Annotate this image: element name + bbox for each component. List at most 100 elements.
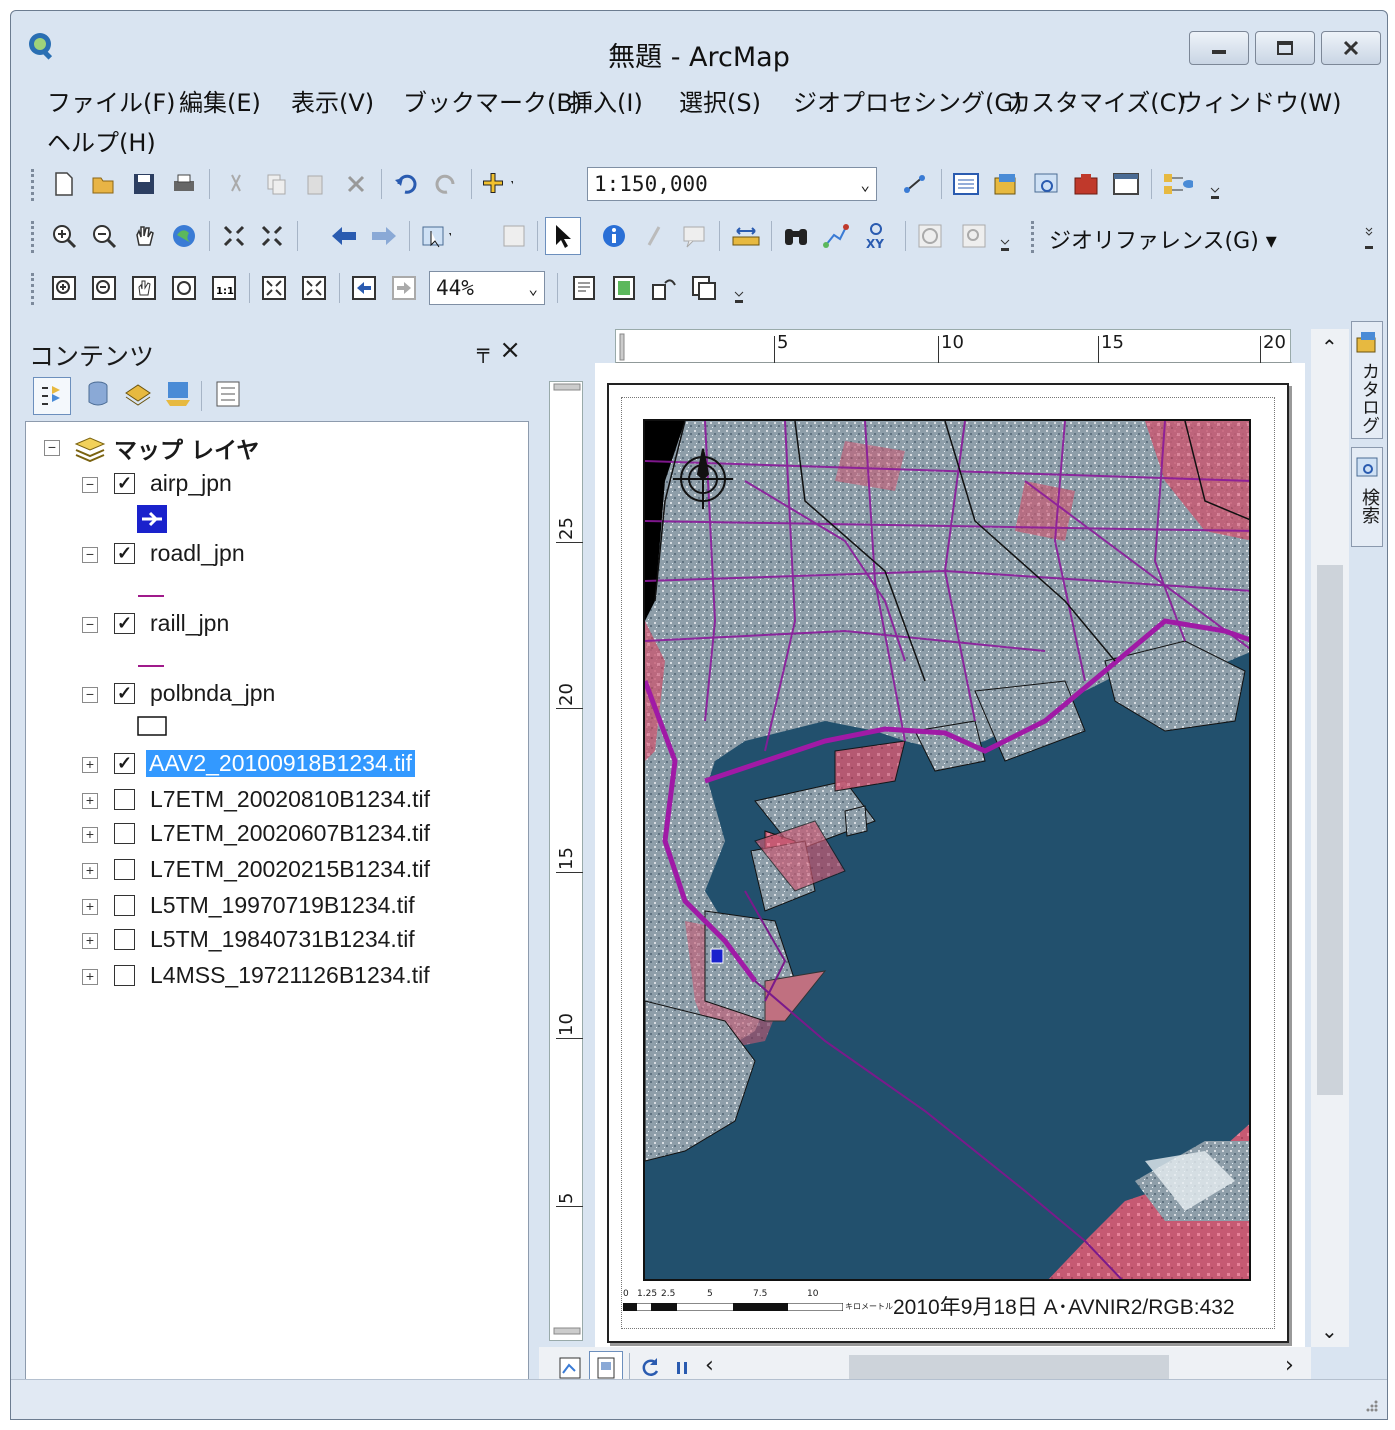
layer-name[interactable]: L5TM_19840731B1234.tif xyxy=(150,926,415,953)
expand-icon[interactable]: + xyxy=(82,969,98,985)
focus-data-frame-icon[interactable] xyxy=(609,273,639,303)
layout-canvas[interactable]: 0 1.25 2.5 5 7.5 10 キロメートル 2010年9月18日 A･AVNIR… xyxy=(595,363,1305,1347)
layer-name[interactable]: L7ETM_20020215B1234.tif xyxy=(150,856,430,883)
minimize-button[interactable] xyxy=(1189,31,1249,65)
toc-options-icon[interactable] xyxy=(213,379,243,409)
toolbar-overflow-icon[interactable] xyxy=(1361,225,1377,255)
select-elements-button[interactable] xyxy=(545,217,581,255)
hyperlink-icon[interactable] xyxy=(639,221,669,251)
back-extent-icon[interactable] xyxy=(329,221,359,251)
list-by-visibility-icon[interactable] xyxy=(123,379,153,409)
zoom-100-percent-icon[interactable]: 1:1 xyxy=(209,273,239,303)
collapse-icon[interactable]: − xyxy=(82,617,98,633)
editor-toolbar-icon[interactable] xyxy=(901,169,931,199)
layer-visibility-checkbox[interactable] xyxy=(114,859,135,880)
expand-icon[interactable]: + xyxy=(82,827,98,843)
menu-view[interactable]: 表示(V) xyxy=(291,83,374,118)
toolbar-grip[interactable] xyxy=(31,273,37,305)
toolbar-grip[interactable] xyxy=(31,221,37,253)
list-by-source-icon[interactable] xyxy=(83,379,113,409)
collapse-icon[interactable]: − xyxy=(82,477,98,493)
model-builder-icon[interactable] xyxy=(1163,169,1193,199)
zoom-whole-page-icon[interactable] xyxy=(169,273,199,303)
layer-visibility-checkbox[interactable] xyxy=(114,895,135,916)
layer-row[interactable]: + L4MSS_19721126B1234.tif xyxy=(26,960,526,992)
catalog-dock-tab[interactable]: カタログ xyxy=(1351,321,1383,439)
change-layout-icon[interactable] xyxy=(649,273,679,303)
toc-close-icon[interactable]: × xyxy=(499,335,521,365)
scroll-up-icon[interactable]: ⌃ xyxy=(1321,335,1338,359)
create-viewer-window-icon[interactable] xyxy=(959,221,989,251)
data-driven-pages-icon[interactable] xyxy=(689,273,719,303)
vertical-scroll-thumb[interactable] xyxy=(1317,565,1343,1095)
collapse-icon[interactable]: − xyxy=(44,440,60,456)
layout-zoom-combo[interactable]: 44% ⌄ xyxy=(429,271,545,305)
layer-visibility-checkbox[interactable]: ✓ xyxy=(114,473,135,494)
menu-help[interactable]: ヘルプ(H) xyxy=(47,123,156,158)
layout-pan-icon[interactable] xyxy=(129,273,159,303)
expand-icon[interactable]: + xyxy=(82,899,98,915)
horizontal-scroll-thumb[interactable] xyxy=(849,1355,1169,1379)
print-icon[interactable] xyxy=(169,169,199,199)
resize-grip-icon[interactable] xyxy=(1363,1397,1379,1413)
identify-icon[interactable] xyxy=(599,221,629,251)
layer-visibility-checkbox[interactable] xyxy=(114,965,135,986)
pan-icon[interactable] xyxy=(129,221,159,251)
copy-icon[interactable] xyxy=(261,169,291,199)
table-of-contents-icon[interactable] xyxy=(951,169,981,199)
maximize-button[interactable] xyxy=(1255,31,1315,65)
toolbar-overflow-icon[interactable] xyxy=(997,229,1013,259)
map-layers-root[interactable]: − マップ レイヤ xyxy=(26,432,526,464)
add-data-icon[interactable] xyxy=(483,169,513,199)
menu-file[interactable]: ファイル(F) xyxy=(47,83,176,118)
zoom-in-icon[interactable] xyxy=(49,221,79,251)
toggle-draft-mode-icon[interactable] xyxy=(569,273,599,303)
redo-icon[interactable] xyxy=(431,169,461,199)
menu-customize[interactable]: カスタマイズ(C) xyxy=(1007,83,1186,118)
scroll-left-icon[interactable]: ‹ xyxy=(705,1353,714,1378)
fixed-zoom-out-icon[interactable] xyxy=(257,221,287,251)
time-slider-icon[interactable] xyxy=(915,221,945,251)
layer-row[interactable]: − ✓ airp_jpn xyxy=(26,468,526,500)
forward-extent-icon[interactable] xyxy=(369,221,399,251)
layout-zoom-in-icon[interactable] xyxy=(49,273,79,303)
delete-icon[interactable] xyxy=(341,169,371,199)
layer-row[interactable]: + L7ETM_20020607B1234.tif xyxy=(26,818,526,850)
expand-icon[interactable]: + xyxy=(82,757,98,773)
open-folder-icon[interactable] xyxy=(89,169,119,199)
close-window-button[interactable] xyxy=(1321,31,1381,65)
map-scale-combo[interactable]: 1:150,000 ⌄ xyxy=(587,167,877,201)
layer-row[interactable]: − ✓ roadl_jpn xyxy=(26,538,526,570)
arctoolbox-icon[interactable] xyxy=(1071,169,1101,199)
fixed-zoom-in-icon[interactable] xyxy=(219,221,249,251)
layer-visibility-checkbox[interactable] xyxy=(114,789,135,810)
layer-row[interactable]: + L5TM_19840731B1234.tif xyxy=(26,924,526,956)
python-window-icon[interactable] xyxy=(1111,169,1141,199)
layer-name[interactable]: AAV2_20100918B1234.tif xyxy=(146,750,416,777)
menu-geoprocessing[interactable]: ジオプロセシング(G) xyxy=(793,83,1022,118)
select-features-icon[interactable] xyxy=(421,221,451,251)
toolbar-grip[interactable] xyxy=(1031,221,1037,253)
scroll-down-icon[interactable]: ⌄ xyxy=(1321,1319,1338,1343)
expand-icon[interactable]: + xyxy=(82,863,98,879)
cut-icon[interactable] xyxy=(221,169,251,199)
search-window-icon[interactable] xyxy=(1031,169,1061,199)
expand-icon[interactable]: + xyxy=(82,933,98,949)
toolbar-grip[interactable] xyxy=(31,169,37,201)
layer-visibility-checkbox[interactable] xyxy=(114,823,135,844)
save-icon[interactable] xyxy=(129,169,159,199)
paste-icon[interactable] xyxy=(301,169,331,199)
layer-visibility-checkbox[interactable] xyxy=(114,929,135,950)
layer-row[interactable]: + L5TM_19970719B1234.tif xyxy=(26,890,526,922)
layer-visibility-checkbox[interactable]: ✓ xyxy=(114,543,135,564)
layout-zoom-out-icon[interactable] xyxy=(89,273,119,303)
catalog-window-icon[interactable] xyxy=(991,169,1021,199)
expand-icon[interactable]: + xyxy=(82,793,98,809)
layer-name[interactable]: airp_jpn xyxy=(150,470,232,497)
collapse-icon[interactable]: − xyxy=(82,687,98,703)
pin-icon[interactable]: ╤ xyxy=(477,339,489,363)
measure-icon[interactable] xyxy=(731,221,761,251)
undo-icon[interactable] xyxy=(391,169,421,199)
toolbar-overflow-icon[interactable] xyxy=(1207,177,1223,207)
list-by-selection-icon[interactable] xyxy=(163,379,193,409)
